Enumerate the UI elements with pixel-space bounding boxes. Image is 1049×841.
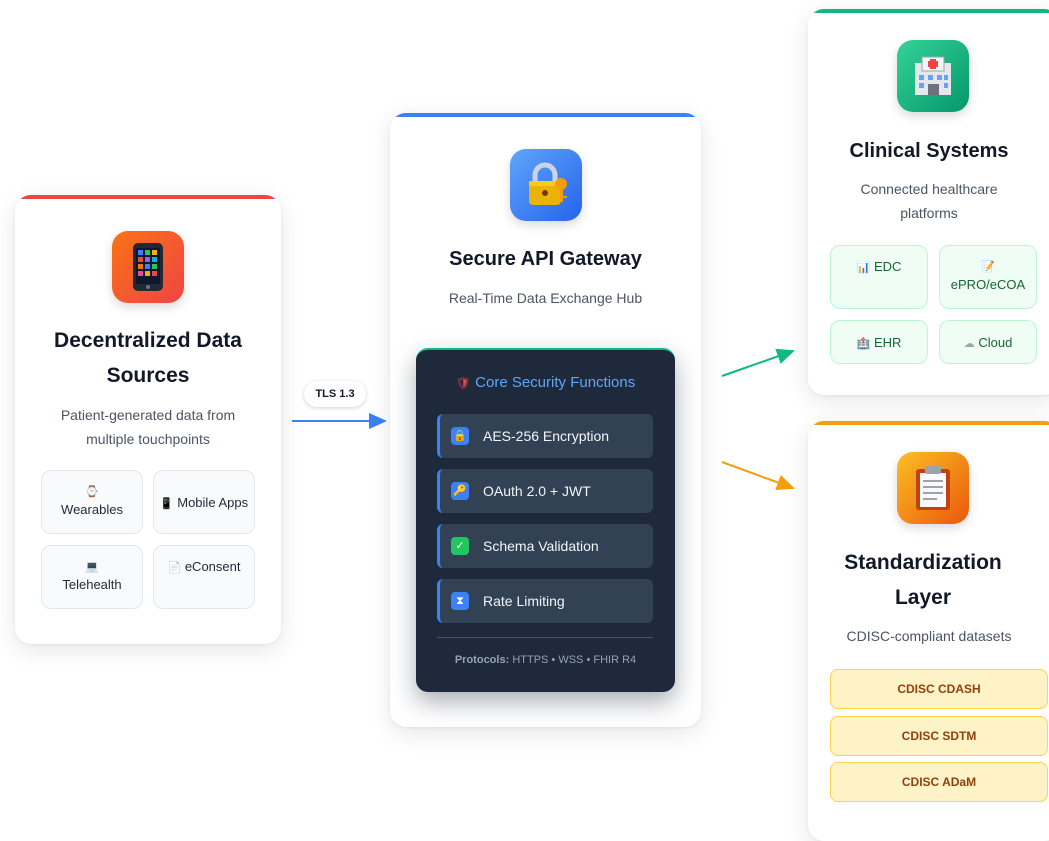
shield-icon: 🛡 — [455, 376, 471, 390]
protocols-label: Protocols: — [454, 654, 510, 666]
chip-label-wrap: 📱 Mobile Apps — [160, 492, 248, 513]
card-subtitle: CDISC-compliant datasets — [846, 628, 1012, 644]
hospital-small-icon: 🏥 — [856, 337, 871, 350]
watch-icon: ⌚ — [85, 485, 99, 498]
chip-edc: 📊 EDC — [830, 245, 928, 309]
security-function-schema-validation: ✓ Schema Validation — [437, 524, 653, 568]
divider — [437, 637, 653, 638]
check-icon: ✓ — [451, 537, 469, 555]
chip-telehealth: 💻 Telehealth — [41, 545, 143, 609]
chip-wearables: ⌚ Wearables — [41, 470, 143, 534]
protocols-value: HTTPS • WSS • FHIR R4 — [512, 654, 637, 666]
chip-mobile-apps: 📱 Mobile Apps — [153, 470, 255, 534]
smartphone-icon — [112, 231, 184, 303]
chip-label: EHR — [873, 334, 902, 350]
data-sources-card: Decentralized Data Sources Patient-gener… — [15, 195, 281, 644]
chip-label-wrap: ☁ Cloud — [964, 332, 1013, 353]
card-accent-bar — [808, 421, 1049, 425]
cloud-icon: ☁ — [963, 337, 975, 350]
card-title: Standardization Layer — [844, 551, 1002, 609]
arrow-gateway-to-clinical — [721, 348, 795, 377]
clinical-systems-card: Clinical Systems Connected healthcare pl… — [808, 9, 1049, 395]
security-functions-panel: 🛡 Core Security Functions 🔒 AES-256 Encr… — [416, 348, 675, 692]
chip-label: eConsent — [184, 559, 241, 574]
tls-badge: TLS 1.3 — [304, 381, 366, 407]
function-label: Rate Limiting — [483, 593, 565, 609]
card-subtitle: Real-Time Data Exchange Hub — [448, 290, 643, 306]
hospital-icon — [897, 40, 969, 112]
key-icon: 🔑 — [451, 482, 469, 500]
card-title: Clinical Systems — [849, 140, 1009, 162]
card-subtitle: Patient-generated data from multiple tou… — [60, 407, 236, 447]
security-function-rate-limiting: ⧗ Rate Limiting — [437, 579, 653, 623]
function-label: Schema Validation — [483, 538, 599, 554]
phone-icon: 📱 — [159, 497, 174, 510]
card-accent-bar — [808, 9, 1049, 13]
dataset-cdash: CDISC CDASH — [830, 669, 1048, 709]
chart-icon: 📊 — [856, 262, 871, 274]
security-function-encryption: 🔒 AES-256 Encryption — [437, 414, 653, 458]
chip-ehr: 🏥 EHR — [830, 320, 928, 364]
security-function-oauth: 🔑 OAuth 2.0 + JWT — [437, 469, 653, 513]
chip-label: Wearables — [61, 501, 123, 517]
chip-cloud: ☁ Cloud — [939, 320, 1037, 364]
laptop-icon: 💻 — [85, 560, 99, 573]
document-icon: 📄 — [167, 562, 182, 574]
chip-epro-ecoa: 📝 ePRO/eCOA — [939, 245, 1037, 309]
protocols-line: Protocols: HTTPS • WSS • FHIR R4 — [416, 654, 675, 666]
memo-icon: 📝 — [981, 260, 995, 273]
hourglass-icon: ⧗ — [451, 592, 469, 610]
chip-econsent: 📄 eConsent — [153, 545, 255, 609]
card-title: Secure API Gateway — [449, 248, 642, 270]
card-accent-bar — [15, 195, 281, 199]
function-label: AES-256 Encryption — [483, 428, 610, 444]
chip-label: ePRO/eCOA — [950, 276, 1026, 292]
standardization-card: Standardization Layer CDISC-compliant da… — [808, 421, 1049, 841]
dataset-sdtm: CDISC SDTM — [830, 716, 1048, 756]
chip-label-wrap: 📊 EDC — [857, 256, 902, 277]
chip-label: Mobile Apps — [177, 494, 249, 510]
chip-label: EDC — [873, 259, 902, 274]
security-title-text: Core Security Functions — [475, 374, 636, 391]
security-panel-title: 🛡 Core Security Functions — [416, 374, 675, 391]
chip-label-wrap: 📄 eConsent — [168, 556, 241, 577]
clipboard-icon — [897, 452, 969, 524]
dataset-adam: CDISC ADaM — [830, 762, 1048, 802]
function-label: OAuth 2.0 + JWT — [483, 483, 591, 499]
lock-icon: 🔒 — [451, 427, 469, 445]
card-title: Decentralized Data Sources — [54, 329, 242, 387]
chip-label-wrap: 🏥 EHR — [857, 332, 902, 353]
chip-label: Telehealth — [62, 576, 122, 592]
card-accent-bar — [390, 113, 701, 117]
card-subtitle: Connected healthcare platforms — [860, 181, 998, 221]
arrow-gateway-to-standardization — [721, 461, 795, 491]
chip-label: Cloud — [978, 334, 1013, 350]
padlock-key-icon — [509, 149, 582, 221]
